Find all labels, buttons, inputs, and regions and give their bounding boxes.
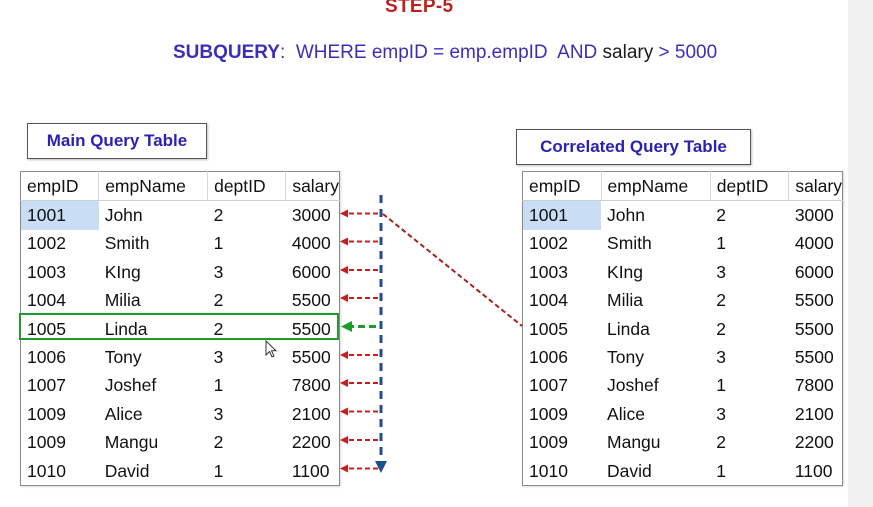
dashed-left-arrow-icon — [340, 294, 378, 302]
dashed-left-arrow-icon — [340, 464, 378, 473]
dashed-left-arrow-icon — [340, 407, 378, 416]
dashed-left-arrow-icon — [340, 379, 378, 387]
dashed-left-arrow-icon — [340, 436, 378, 444]
dashed-left-arrow-icon-green — [341, 321, 376, 332]
dashed-connector-icon — [382, 213, 523, 327]
mouse-pointer-icon — [265, 340, 278, 358]
dashed-left-arrow-icon — [340, 266, 378, 274]
dashed-left-arrow-icon — [340, 351, 378, 359]
dashed-left-arrow-icon — [340, 209, 378, 218]
dashed-left-arrow-icon — [340, 237, 378, 246]
arrow-overlay — [340, 195, 523, 473]
dashed-down-arrow-icon — [375, 195, 387, 473]
